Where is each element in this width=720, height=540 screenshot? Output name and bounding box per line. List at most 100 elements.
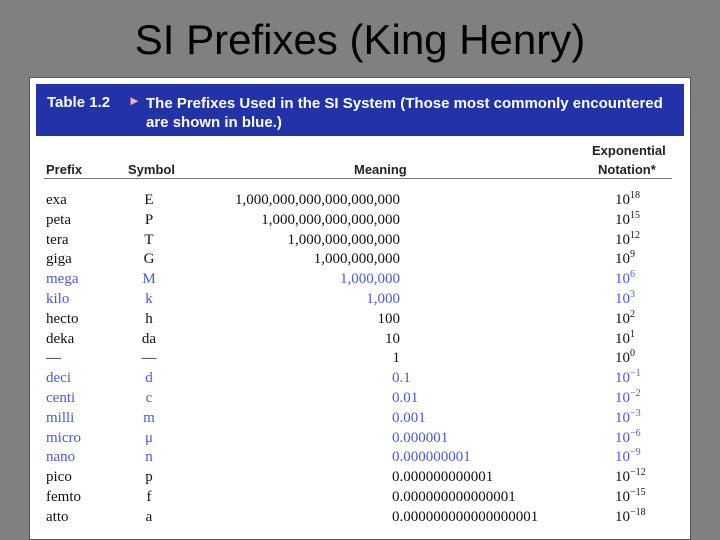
- symbol-cell: f: [146, 489, 152, 505]
- prefix-cell: tera: [46, 231, 69, 248]
- prefix-cell: kilo: [46, 291, 70, 307]
- table-row: kilo k 1,000 103: [30, 289, 690, 310]
- arrow-icon: ►: [128, 93, 141, 108]
- table-row: hecto h 100 102: [30, 308, 690, 330]
- exponent-base: 10: [615, 409, 630, 426]
- exponent-cell: 106: [615, 269, 635, 290]
- exponent-base: 10: [615, 508, 630, 525]
- prefix-cell: nano: [46, 449, 76, 466]
- prefix-cell: atto: [46, 508, 69, 525]
- meaning-cell: 1,000,000,000,000,000,000: [235, 192, 400, 208]
- prefix-cell: —: [46, 350, 61, 367]
- exponent-cell: 1012: [615, 230, 640, 251]
- exponent-cell: 10−2: [615, 388, 641, 409]
- exponent-base: 10: [615, 449, 630, 466]
- meaning-cell: 0.01: [392, 390, 419, 406]
- table-row: exa E 1,000,000,000,000,000,000 1018: [30, 190, 690, 211]
- table-row: deka da 10 101: [30, 329, 690, 350]
- exponent-base: 10: [615, 390, 630, 406]
- prefix-cell: exa: [46, 192, 67, 208]
- prefix-cell: centi: [46, 390, 76, 406]
- exponent-cell: 10−3: [615, 408, 641, 429]
- table-row: — — 1 100: [30, 348, 690, 369]
- prefix-cell: femto: [46, 489, 81, 505]
- exponent-cell: 10−6: [615, 428, 641, 449]
- meaning-cell: 0.1: [392, 370, 411, 387]
- table-row: mega M 1,000,000 106: [30, 269, 690, 290]
- symbol-cell: T: [144, 231, 154, 248]
- table-row: giga G 1,000,000,000 109: [30, 249, 690, 270]
- table-row: pico p 0.000000000001 10−12: [30, 467, 690, 488]
- exponent-base: 10: [615, 271, 630, 288]
- exponent-cell: 100: [615, 348, 635, 369]
- exponent-power: −15: [630, 487, 646, 498]
- exponent-cell: 10−12: [615, 467, 646, 488]
- symbol-cell: m: [143, 409, 155, 426]
- symbol-cell: E: [144, 192, 154, 208]
- header-notation: Notation*: [598, 162, 656, 177]
- exponent-cell: 102: [615, 308, 635, 330]
- exponent-base: 10: [615, 251, 630, 268]
- exponent-cell: 1015: [615, 209, 640, 231]
- exponent-power: −12: [630, 467, 646, 479]
- meaning-cell: 0.000000001: [392, 449, 471, 466]
- exponent-base: 10: [615, 291, 630, 307]
- exponent-power: −9: [630, 447, 641, 459]
- header-divider: [44, 178, 672, 179]
- table-row: nano n 0.000000001 10−9: [30, 447, 690, 468]
- exponent-cell: 109: [615, 249, 635, 270]
- exponent-power: 3: [630, 289, 635, 300]
- exponent-base: 10: [615, 231, 630, 248]
- exponent-power: 15: [630, 209, 640, 221]
- exponent-base: 10: [615, 370, 630, 387]
- symbol-cell: G: [143, 251, 155, 268]
- prefix-cell: deka: [46, 330, 75, 347]
- prefix-cell: hecto: [46, 310, 79, 327]
- prefix-table: Table 1.2 ► The Prefixes Used in the SI …: [29, 77, 691, 540]
- table-row: peta P 1,000,000,000,000,000 1015: [30, 209, 690, 231]
- exponent-base: 10: [615, 350, 630, 367]
- exponent-power: −2: [630, 388, 641, 399]
- prefix-cell: mega: [46, 271, 79, 288]
- exponent-power: −1: [630, 368, 641, 380]
- prefix-cell: micro: [46, 429, 81, 446]
- prefix-cell: milli: [46, 409, 75, 426]
- header-exponential: Exponential: [592, 143, 666, 158]
- exponent-base: 10: [615, 330, 630, 347]
- meaning-cell: 1,000,000: [340, 271, 400, 288]
- exponent-power: 2: [630, 308, 635, 320]
- table-label: Table 1.2: [47, 94, 111, 111]
- symbol-cell: —: [141, 350, 157, 367]
- symbol-cell: n: [145, 449, 153, 466]
- prefix-cell: giga: [46, 251, 72, 268]
- symbol-cell: h: [145, 310, 153, 327]
- prefix-cell: peta: [46, 211, 71, 228]
- meaning-cell: 0.000000000000001: [392, 489, 516, 505]
- symbol-cell: a: [145, 508, 153, 525]
- header-symbol: Symbol: [128, 162, 175, 177]
- table-row: centi c 0.01 10−2: [30, 388, 690, 409]
- exponent-power: 0: [630, 348, 635, 360]
- exponent-power: 9: [630, 249, 635, 261]
- exponent-cell: 101: [615, 329, 635, 350]
- meaning-cell: 0.000001: [392, 429, 449, 446]
- table-row: deci d 0.1 10−1: [30, 368, 690, 389]
- table-banner: Table 1.2 ► The Prefixes Used in the SI …: [36, 84, 684, 136]
- meaning-cell: 100: [377, 310, 401, 327]
- exponent-cell: 10−18: [615, 506, 646, 528]
- meaning-cell: 1: [392, 350, 401, 367]
- meaning-cell: 0.000000000000000001: [392, 508, 539, 525]
- meaning-cell: 1,000,000,000: [313, 251, 400, 268]
- exponent-base: 10: [615, 211, 630, 228]
- exponent-power: 6: [630, 269, 635, 281]
- symbol-cell: P: [144, 211, 154, 228]
- meaning-cell: 1,000,000,000,000: [287, 231, 401, 248]
- header-prefix: Prefix: [46, 162, 83, 177]
- symbol-cell: da: [141, 330, 157, 347]
- exponent-base: 10: [615, 469, 630, 486]
- table-row: milli m 0.001 10−3: [30, 408, 690, 429]
- exponent-power: 18: [630, 190, 640, 201]
- exponent-base: 10: [615, 310, 630, 327]
- symbol-cell: M: [142, 271, 156, 288]
- exponent-power: −18: [630, 506, 646, 518]
